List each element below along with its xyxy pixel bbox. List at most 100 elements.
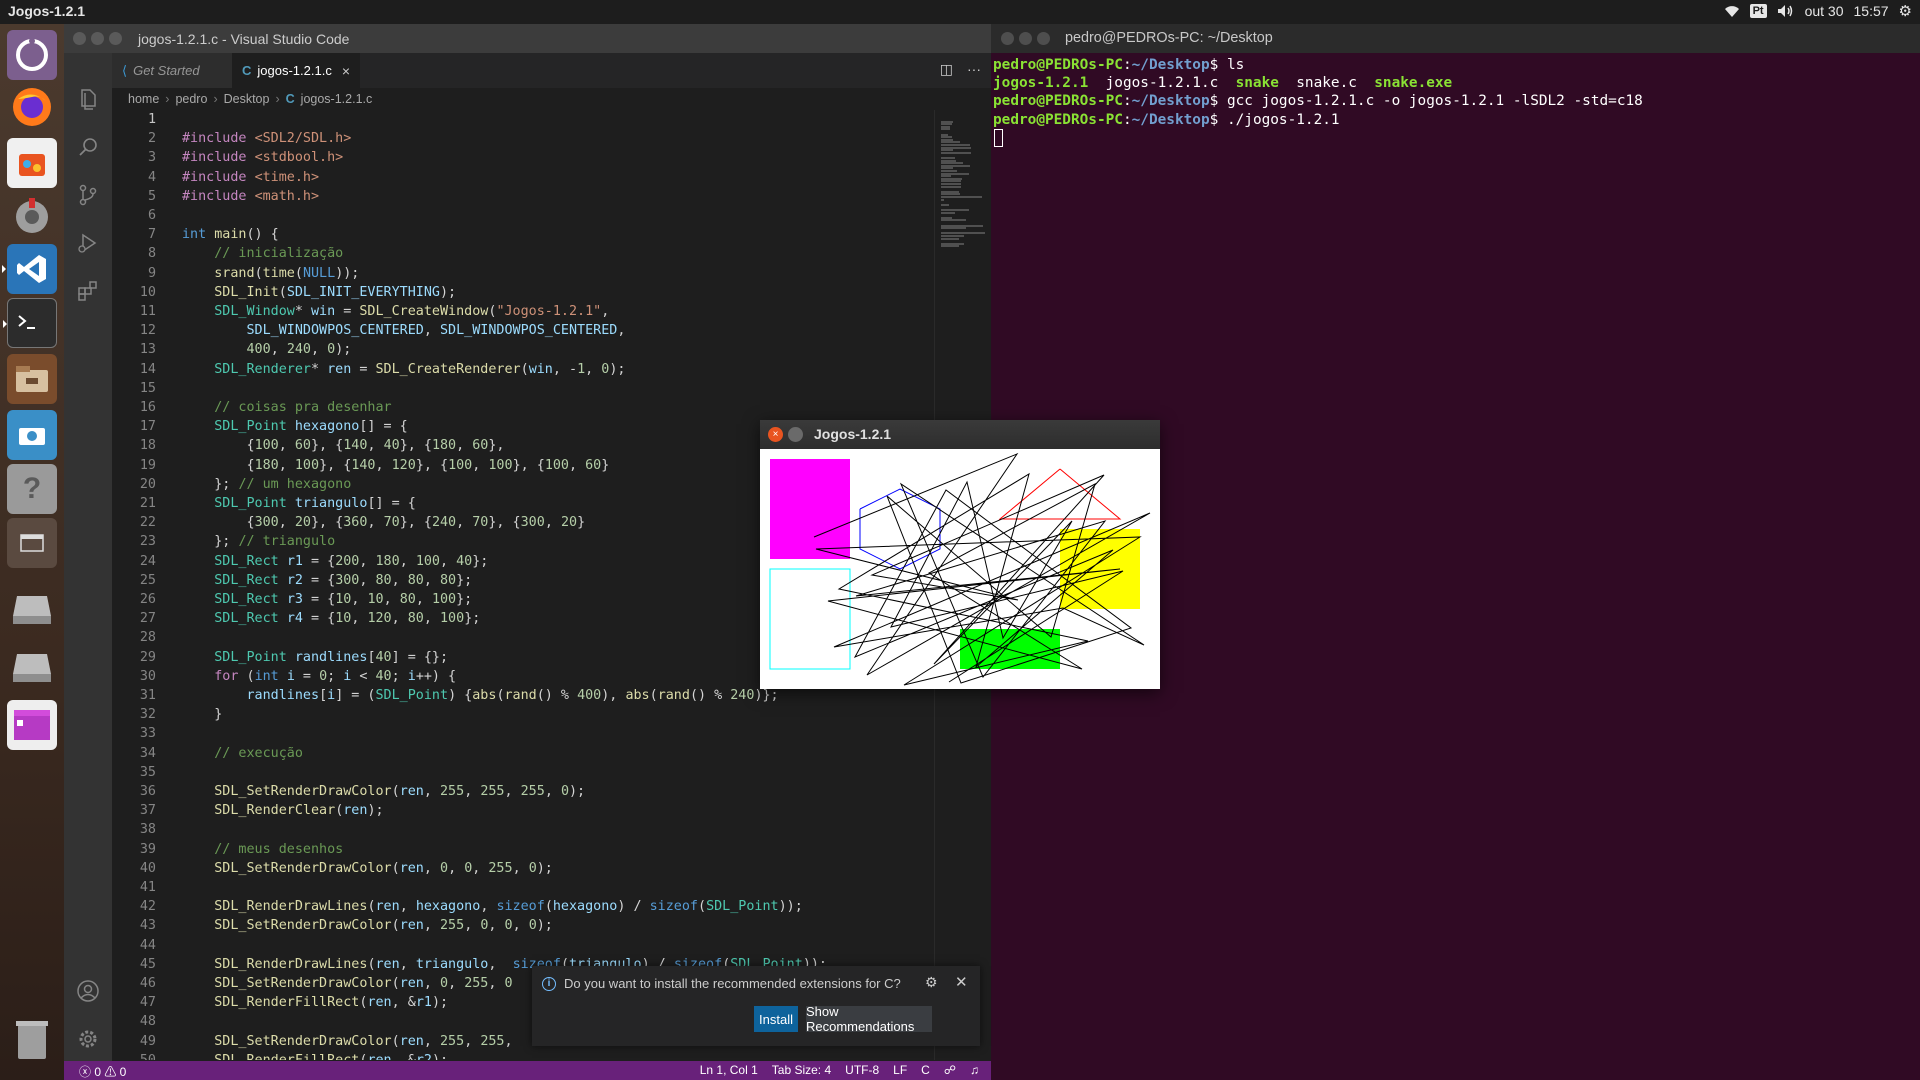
keyboard-layout-indicator[interactable]: Pt [1749,4,1767,18]
code-line[interactable]: 3 #include <stdbool.h> [112,148,882,167]
close-window-button[interactable] [1001,32,1014,45]
code-line[interactable]: 1 [112,110,882,129]
show-recommendations-button[interactable]: Show Recommendations [806,1004,932,1034]
split-editor-icon[interactable]: ◫ [940,61,953,78]
code-line[interactable]: 42 SDL_RenderDrawLines(ren, hexagono, si… [112,897,882,916]
gear-icon[interactable]: ⚙ [925,974,938,991]
run-debug-icon[interactable] [76,231,100,255]
c-file-icon: C [242,63,252,78]
vscode-icon[interactable] [2,244,57,294]
code-line[interactable]: 44 [112,936,882,955]
code-line[interactable]: 9 srand(time(NULL)); [112,264,882,283]
minimize-window-button[interactable] [91,32,104,45]
code-line[interactable]: 35 [112,763,882,782]
code-line[interactable]: 34 // execução [112,744,882,763]
maximize-window-button[interactable] [109,32,122,45]
software-center-icon[interactable] [7,138,57,188]
encoding[interactable]: UTF-8 [845,1063,879,1077]
code-line[interactable]: 14 SDL_Renderer* ren = SDL_CreateRendere… [112,360,882,379]
close-icon[interactable]: × [768,427,783,442]
code-line[interactable]: 7 int main() { [112,225,882,244]
install-button[interactable]: Install [754,1006,798,1032]
code-line[interactable]: 11 SDL_Window* win = SDL_CreateWindow("J… [112,302,882,321]
cursor-position[interactable]: Ln 1, Col 1 [700,1063,758,1077]
files-icon[interactable] [7,354,57,404]
code-line[interactable]: 16 // coisas pra desenhar [112,398,882,417]
code-line[interactable]: 5 #include <math.h> [112,187,882,206]
problems-indicator[interactable]: ⓧ 0 ⚠ 0 [79,1063,126,1080]
help-icon[interactable]: ? [7,464,57,514]
code-line[interactable]: 39 // meus desenhos [112,840,882,859]
code-line[interactable]: 36 SDL_SetRenderDrawColor(ren, 255, 255,… [112,782,882,801]
breadcrumb-item[interactable]: home [128,92,159,106]
language-mode[interactable]: C [921,1063,930,1077]
tab-jogos-c[interactable]: C jogos-1.2.1.c × [232,53,360,88]
ubuntu-software-icon[interactable] [7,30,57,80]
code-line[interactable]: 13 400, 240, 0); [112,340,882,359]
screenshot-icon[interactable] [7,410,57,460]
minimize-icon[interactable] [788,427,803,442]
close-icon[interactable]: ✕ [955,973,968,991]
code-line[interactable]: 12 SDL_WINDOWPOS_CENTERED, SDL_WINDOWPOS… [112,321,882,340]
app-icon[interactable] [7,700,57,750]
breadcrumb-item[interactable]: jogos-1.2.1.c [301,92,373,106]
volume-icon[interactable] [1777,4,1795,18]
code-line[interactable]: 32 } [112,705,882,724]
code-line[interactable]: 6 [112,206,882,225]
jogos-titlebar[interactable]: × Jogos-1.2.1 [760,420,1160,449]
terminal-icon[interactable] [3,298,57,348]
code-line[interactable]: 4 #include <time.h> [112,168,882,187]
active-app-name[interactable]: Jogos-1.2.1 [8,3,85,19]
line-number: 38 [139,822,156,838]
tab-size[interactable]: Tab Size: 4 [772,1063,831,1077]
code-line[interactable]: 43 SDL_SetRenderDrawColor(ren, 255, 0, 0… [112,916,882,935]
settings-icon[interactable] [7,192,57,242]
code-text: }; // triangulo [182,534,336,550]
window-icon[interactable] [7,518,57,568]
close-window-button[interactable] [73,32,86,45]
code-line[interactable]: 15 [112,379,882,398]
manage-gear-icon[interactable] [76,1027,100,1051]
feedback-icon[interactable]: ☍ [944,1063,956,1077]
firefox-icon[interactable] [7,82,57,132]
breadcrumb-item[interactable]: Desktop [224,92,270,106]
trash-icon[interactable] [7,1014,57,1064]
explorer-icon[interactable] [76,87,100,111]
account-icon[interactable] [76,979,100,1003]
sdl-canvas[interactable] [760,449,1160,689]
minimize-window-button[interactable] [1019,32,1032,45]
drive-icon[interactable] [7,642,57,692]
power-settings-icon[interactable]: ⚙ [1899,2,1912,20]
maximize-window-button[interactable] [1037,32,1050,45]
code-line[interactable]: 37 SDL_RenderClear(ren); [112,801,882,820]
line-number: 7 [147,227,156,243]
line-ending[interactable]: LF [893,1063,907,1077]
tab-get-started[interactable]: ⟨ Get Started [112,53,232,88]
extensions-icon[interactable] [76,279,100,303]
code-line[interactable]: 40 SDL_SetRenderDrawColor(ren, 0, 0, 255… [112,859,882,878]
date-label[interactable]: out 30 [1805,3,1844,19]
line-number: 9 [147,265,156,281]
vscode-titlebar[interactable]: jogos-1.2.1.c - Visual Studio Code [64,24,991,53]
terminal-titlebar[interactable]: pedro@PEDROs-PC: ~/Desktop [991,24,1920,53]
more-actions-icon[interactable]: ··· [967,61,981,78]
clock-label[interactable]: 15:57 [1854,3,1889,19]
wifi-icon[interactable] [1724,4,1740,18]
drive-icon[interactable] [7,584,57,634]
source-control-icon[interactable] [76,183,100,207]
code-line[interactable]: 10 SDL_Init(SDL_INIT_EVERYTHING); [112,283,882,302]
breadcrumb-item[interactable]: pedro [175,92,207,106]
launcher-dock: ? [0,24,64,1080]
code-line[interactable]: 50 SDL_RenderFillRect(ren, &r2); [112,1051,882,1060]
close-icon[interactable]: × [342,63,350,79]
code-line[interactable]: 2 #include <SDL2/SDL.h> [112,129,882,148]
minimap-line [941,237,960,240]
line-number: 4 [147,169,156,185]
code-line[interactable]: 33 [112,724,882,743]
code-text: SDL_SetRenderDrawColor(ren, 255, 255, 25… [214,784,586,799]
code-line[interactable]: 38 [112,820,882,839]
code-line[interactable]: 8 // inicialização [112,244,882,263]
search-icon[interactable] [76,135,100,159]
notifications-bell-icon[interactable]: ♫ [970,1063,979,1077]
code-line[interactable]: 41 [112,878,882,897]
